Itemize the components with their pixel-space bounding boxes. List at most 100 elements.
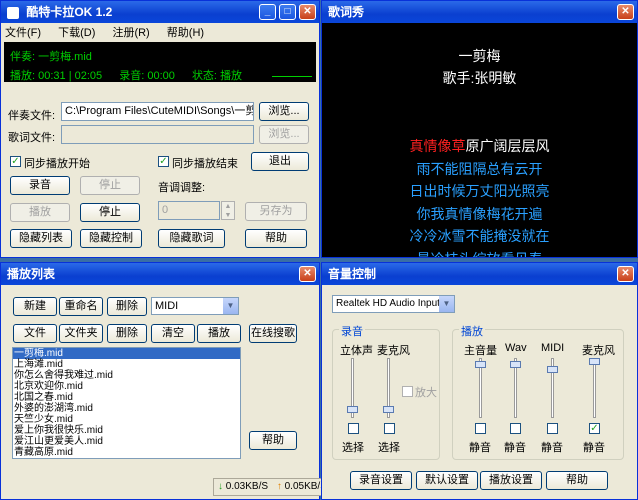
lyric-file-field[interactable]	[61, 125, 254, 144]
playlist-play-button[interactable]: 播放	[197, 324, 241, 343]
maximize-button[interactable]: □	[279, 4, 296, 20]
playback-settings-button[interactable]: 播放设置	[480, 471, 542, 490]
chevron-down-icon[interactable]: ▼	[223, 298, 238, 314]
play-mic-track[interactable]	[593, 358, 596, 418]
menu-file[interactable]: 文件(F)	[5, 27, 41, 39]
chevron-down-icon[interactable]: ▼	[439, 296, 454, 312]
playlist-help-button[interactable]: 帮助	[249, 431, 297, 450]
device-select[interactable]: Realtek HD Audio Input ▼	[332, 295, 455, 313]
lcd-rec-time: 00:00	[147, 70, 175, 82]
record-group-title: 录音	[339, 323, 365, 339]
menu-bar: 文件(F) 下载(D) 注册(R) 帮助(H)	[5, 25, 218, 41]
delete-list-button[interactable]: 删除	[107, 297, 147, 316]
main-title-bar[interactable]: 酷特卡拉OK 1.2 _ □ ✕	[1, 1, 319, 23]
midi-mute-checkbox[interactable]	[547, 423, 558, 434]
hide-list-button[interactable]: 隐藏列表	[10, 229, 72, 248]
add-file-button[interactable]: 文件	[13, 324, 57, 343]
list-item[interactable]: 你怎么舍得我难过.mid	[13, 370, 240, 381]
device-value: Realtek HD Audio Input	[336, 298, 440, 309]
hide-lyrics-button[interactable]: 隐藏歌词	[158, 229, 225, 248]
master-mute-checkbox[interactable]	[475, 423, 486, 434]
menu-help[interactable]: 帮助(H)	[167, 27, 204, 39]
menu-register[interactable]: 注册(R)	[112, 27, 149, 39]
playlist-title: 播放列表	[7, 267, 56, 281]
volume-help-button[interactable]: 帮助	[546, 471, 608, 490]
rec-mic-select-checkbox[interactable]	[384, 423, 395, 434]
list-item[interactable]: 青藏高原.mid	[13, 447, 240, 458]
record-settings-button[interactable]: 录音设置	[350, 471, 412, 490]
app-icon	[7, 6, 19, 19]
stop-record-button[interactable]: 停止	[80, 176, 140, 195]
lyrics-close-button[interactable]: ✕	[617, 4, 634, 20]
help-button[interactable]: 帮助	[245, 229, 307, 248]
list-item[interactable]: 外婆的澎湖湾.mid	[13, 403, 240, 414]
wav-mute-checkbox[interactable]	[510, 423, 521, 434]
list-item[interactable]: 北国之春.mid	[13, 392, 240, 403]
record-button[interactable]: 录音	[10, 176, 70, 195]
master-mute-label: 静音	[469, 442, 491, 454]
pitch-spinner[interactable]: ▲ ▼	[221, 201, 235, 220]
play-button[interactable]: 播放	[10, 203, 70, 222]
master-thumb[interactable]	[475, 360, 486, 368]
list-item[interactable]: 爱上你我很快乐.mid	[13, 425, 240, 436]
pitch-field[interactable]: 0	[158, 201, 220, 220]
midi-thumb[interactable]	[547, 365, 558, 373]
rec-channel-stereo-label: 立体声	[340, 345, 373, 357]
lcd-display: 伴奏: 一剪梅.mid 播放: 00:31 | 02:05 录音: 00:00 …	[4, 42, 316, 82]
volume-close-button[interactable]: ✕	[617, 266, 634, 282]
lyric-line-4: 你我真情像梅花开遍	[416, 206, 543, 222]
hide-control-button[interactable]: 隐藏控制	[80, 229, 142, 248]
mic-mute-label: 静音	[583, 442, 605, 454]
download-speed: 0.03KB/S	[225, 481, 269, 492]
category-select[interactable]: MIDI ▼	[151, 297, 239, 315]
menu-download[interactable]: 下载(D)	[58, 27, 95, 39]
delete-item-button[interactable]: 删除	[107, 324, 147, 343]
rec-stereo-select-checkbox[interactable]	[348, 423, 359, 434]
category-value: MIDI	[155, 300, 179, 312]
play-mic-thumb[interactable]	[589, 358, 600, 365]
lyrics-title-bar[interactable]: 歌词秀 ✕	[322, 1, 637, 23]
new-list-button[interactable]: 新建	[13, 297, 57, 316]
default-settings-button[interactable]: 默认设置	[416, 471, 478, 490]
list-item[interactable]: 一剪梅.mid	[13, 348, 240, 359]
playlist-close-button[interactable]: ✕	[299, 266, 316, 282]
mic-mute-checkbox[interactable]: ✓	[589, 423, 600, 434]
list-item[interactable]: 天竺少女.mid	[13, 414, 240, 425]
sync-start-label: 同步播放开始	[24, 158, 90, 170]
sync-start-checkbox[interactable]: ✓	[10, 156, 21, 167]
lyric-sung: 真情像草	[409, 138, 466, 154]
list-item[interactable]: 北京欢迎你.mid	[13, 381, 240, 392]
song-list[interactable]: 一剪梅.mid 上海滩.mid 你怎么舍得我难过.mid 北京欢迎你.mid 北…	[12, 347, 241, 459]
volume-title: 音量控制	[328, 267, 377, 281]
clear-button[interactable]: 清空	[151, 324, 195, 343]
lcd-rec-label: 录音:	[119, 70, 145, 82]
minimize-button[interactable]: _	[259, 4, 276, 20]
list-item[interactable]: 爱江山更爱美人.mid	[13, 436, 240, 447]
sync-end-checkbox[interactable]: ✓	[158, 156, 169, 167]
playlist-title-bar[interactable]: 播放列表 ✕	[1, 263, 319, 285]
upload-arrow-icon: ↑	[276, 481, 282, 492]
lyrics-window: 歌词秀 ✕ 一剪梅 歌手:张明敏 真情像草原广阔层层风 雨不能阻隔总有云开 日出…	[321, 0, 638, 258]
browse-lyric-button[interactable]: 浏览...	[259, 125, 309, 144]
exit-button[interactable]: 退出	[251, 152, 309, 171]
list-item[interactable]: 上海滩.mid	[13, 359, 240, 370]
add-folder-button[interactable]: 文件夹	[59, 324, 103, 343]
save-as-button[interactable]: 另存为	[245, 202, 307, 221]
wav-thumb[interactable]	[510, 360, 521, 368]
lyric-line-6: 最冷枝头绽放看见春	[322, 249, 637, 257]
rename-list-button[interactable]: 重命名	[59, 297, 103, 316]
wav-mute-label: 静音	[504, 442, 526, 454]
volume-title-bar[interactable]: 音量控制 ✕	[322, 263, 637, 285]
online-search-button[interactable]: 在线搜歌	[249, 324, 297, 343]
playlist-window: 播放列表 ✕ 新建 重命名 删除 MIDI ▼ 文件 文件夹 删除 清空 播放 …	[0, 262, 341, 500]
rec-stereo-thumb[interactable]	[347, 405, 358, 413]
rec-mic-select-label: 选择	[378, 442, 400, 454]
lyric-unsung: 原广阔层层风	[465, 138, 550, 154]
sync-end-label: 同步播放结束	[172, 158, 238, 170]
close-button[interactable]: ✕	[299, 4, 316, 20]
rec-mic-thumb[interactable]	[383, 405, 394, 413]
browse-accomp-button[interactable]: 浏览...	[259, 102, 309, 121]
amplify-checkbox[interactable]	[402, 386, 413, 397]
stop-button[interactable]: 停止	[80, 203, 140, 222]
accomp-file-field[interactable]: C:\Program Files\CuteMIDI\Songs\一剪梅	[61, 102, 254, 121]
